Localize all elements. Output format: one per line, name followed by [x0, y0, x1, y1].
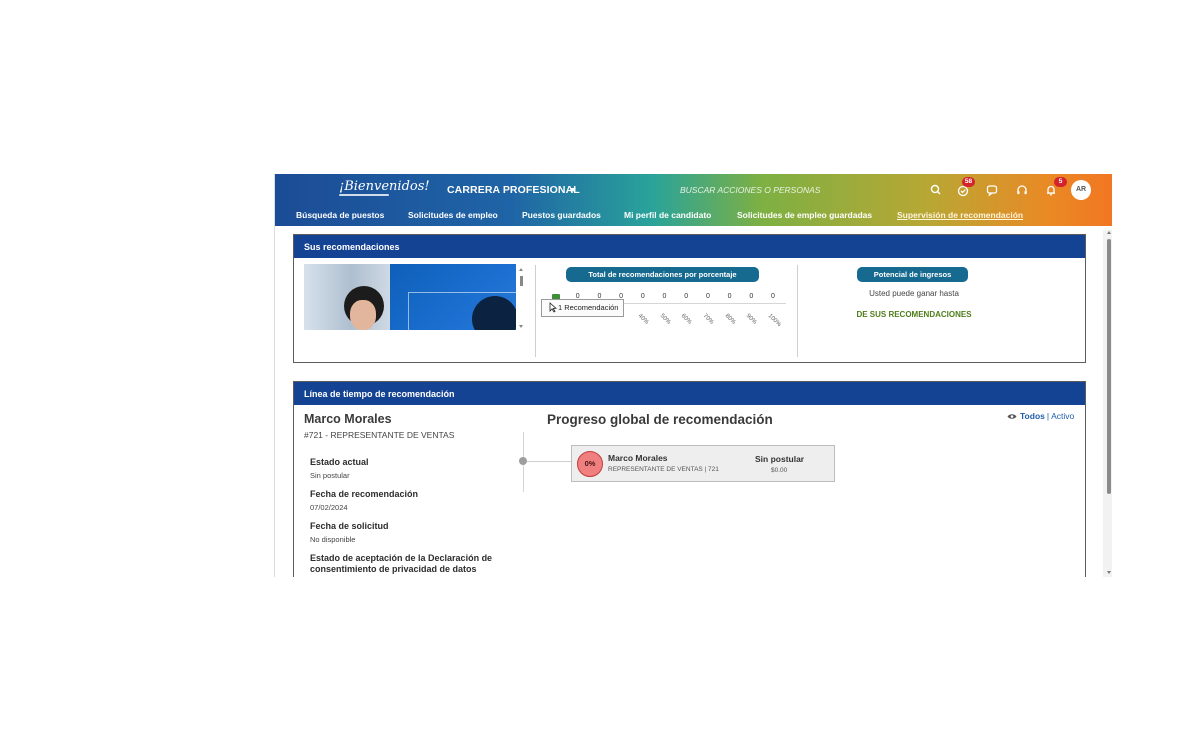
- progress-percent-badge: 0%: [577, 451, 603, 477]
- scroll-up-arrow[interactable]: [1107, 231, 1111, 234]
- filter-separator: |: [1046, 411, 1050, 421]
- candidate-name: Marco Morales: [304, 412, 392, 426]
- chart-value-label: 0: [771, 293, 775, 300]
- referral-card[interactable]: 0% Marco Morales REPRESENTANTE DE VENTAS…: [571, 445, 835, 482]
- chart-value-label: 0: [705, 293, 710, 300]
- application-date-label: Fecha de solicitud: [310, 521, 389, 531]
- chart-value-label: 0: [727, 293, 732, 300]
- chart-x-label: 70%: [701, 313, 715, 326]
- nav-item-candidate-profile[interactable]: Mi perfil de candidato: [624, 210, 711, 220]
- app-window: ¡Bienvenidos! CARRERA PROFESIONAL BUSCAR…: [274, 174, 1112, 577]
- candidate-requisition: #721 - REPRESENTANTE DE VENTAS: [304, 430, 455, 440]
- chart-x-label: 60%: [679, 313, 693, 326]
- recommendations-panel-title: Sus recomendaciones: [294, 235, 1085, 258]
- earnings-pill: Potencial de ingresos: [857, 267, 968, 282]
- chart-x-label: 90%: [745, 313, 758, 326]
- status-filter: Todos | Activo: [1007, 411, 1074, 421]
- nav-item-job-search[interactable]: Búsqueda de puestos: [296, 210, 384, 220]
- headset-icon[interactable]: [1014, 182, 1030, 198]
- logo-swash: [339, 194, 389, 196]
- chart-value-label: 0: [640, 293, 645, 300]
- nav-item-referral-tracking[interactable]: Supervisión de recomendación: [897, 210, 1023, 220]
- chart-x-label: 40%: [636, 313, 650, 326]
- chart-title-pill: Total de recomendaciones por porcentaje: [566, 267, 759, 282]
- chart-value-label: 0: [749, 293, 754, 300]
- chart-x-label: 100%: [766, 313, 782, 329]
- chat-icon[interactable]: [984, 182, 1000, 198]
- chart-x-label: 50%: [658, 313, 671, 326]
- current-status-label: Estado actual: [310, 457, 369, 467]
- earnings-text: Usted puede ganar hasta: [869, 289, 959, 298]
- privacy-consent-label: Estado de aceptación de la Declaración d…: [310, 553, 493, 574]
- top-header: ¡Bienvenidos! CARRERA PROFESIONAL BUSCAR…: [275, 174, 1112, 226]
- eye-icon: [1007, 414, 1017, 419]
- nav-item-saved-jobs[interactable]: Puestos guardados: [522, 210, 601, 220]
- search-input[interactable]: BUSCAR ACCIONES O PERSONAS: [680, 185, 820, 195]
- referral-card-role: REPRESENTANTE DE VENTAS | 721: [608, 466, 719, 473]
- referral-card-name: Marco Morales: [608, 453, 668, 463]
- app-title-menu[interactable]: CARRERA PROFESIONAL: [447, 184, 580, 196]
- timeline-panel: Línea de tiempo de recomendación Marco M…: [293, 381, 1086, 577]
- referral-date-label: Fecha de recomendación: [310, 489, 419, 499]
- chart-value-label: 0: [662, 293, 667, 300]
- nav-item-job-applications[interactable]: Solicitudes de empleo: [408, 210, 498, 220]
- search-icon[interactable]: [928, 182, 944, 198]
- referral-card-status: Sin postular: [755, 454, 805, 464]
- filter-all-link[interactable]: Todos: [1020, 411, 1045, 421]
- image-scrollbar[interactable]: [519, 268, 524, 328]
- timeline-connector: [527, 461, 571, 462]
- filter-active-link[interactable]: Activo: [1051, 411, 1074, 421]
- chevron-down-icon[interactable]: [570, 188, 576, 192]
- nav-item-saved-applications[interactable]: Solicitudes de empleo guardadas: [737, 210, 872, 220]
- referral-card-amount: $0.00: [771, 467, 788, 474]
- promo-image: [304, 264, 516, 330]
- avatar[interactable]: AR: [1071, 180, 1091, 200]
- scroll-down-arrow[interactable]: [1107, 571, 1111, 574]
- current-status-value: Sin postular: [310, 471, 350, 480]
- application-date-value: No disponible: [310, 535, 356, 544]
- main-content: Sus recomendaciones Total de recomendaci…: [275, 226, 1112, 577]
- notifications-badge: 5: [1054, 177, 1067, 187]
- logo: ¡Bienvenidos!: [339, 179, 430, 194]
- timeline-node: [519, 457, 527, 465]
- page-scrollbar[interactable]: [1103, 230, 1112, 577]
- global-progress-title: Progreso global de recomendación: [547, 412, 773, 427]
- referral-date-value: 07/02/2024: [310, 503, 348, 512]
- cursor-icon: [549, 302, 557, 313]
- divider: [535, 265, 536, 357]
- chart-x-label: 80%: [723, 313, 737, 326]
- divider: [797, 265, 798, 357]
- timeline-panel-title: Línea de tiempo de recomendación: [294, 382, 1085, 405]
- nav-bar: Búsqueda de puestos Solicitudes de emple…: [275, 209, 1112, 226]
- recommendations-panel: Sus recomendaciones Total de recomendaci…: [293, 234, 1086, 363]
- tasks-badge: 58: [962, 177, 975, 187]
- chart-value-label: 0: [684, 293, 689, 300]
- earnings-highlight: DE SUS RECOMENDACIONES: [856, 310, 972, 319]
- scroll-thumb[interactable]: [1107, 239, 1111, 494]
